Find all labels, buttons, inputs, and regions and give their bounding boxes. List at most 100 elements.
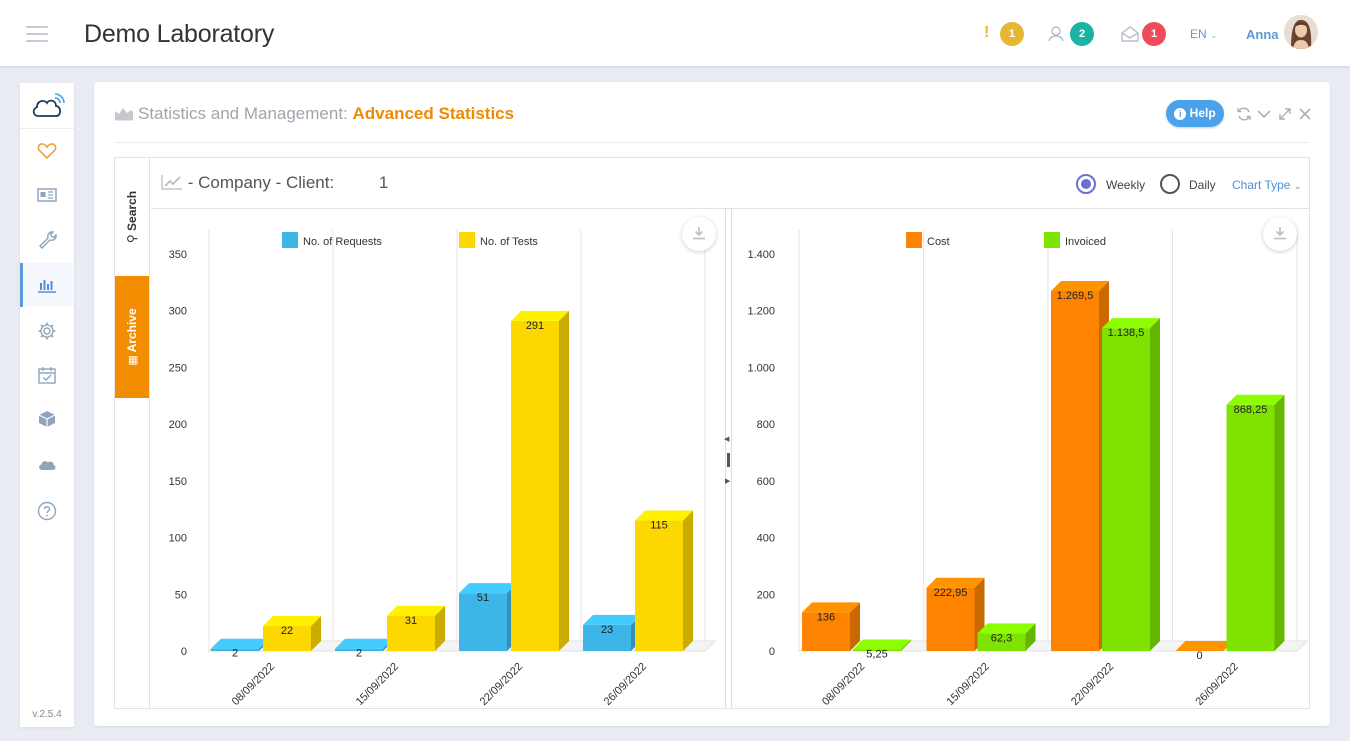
area-chart-icon	[115, 108, 133, 121]
statistics-card: Statistics and Management: Advanced Stat…	[94, 82, 1330, 726]
y-tick-label: 400	[757, 533, 775, 545]
bar-top	[335, 638, 393, 649]
download-icon	[1274, 227, 1286, 240]
tab-search-label-wrap: ⚲ Search	[125, 191, 139, 243]
legend-label: No. of Requests	[303, 236, 382, 248]
cloud-icon	[39, 461, 56, 470]
legend-swatch	[1044, 232, 1060, 248]
legend-swatch	[459, 232, 475, 248]
bar-chart-icon	[38, 280, 56, 293]
data-label: 1.269,5	[1057, 290, 1094, 302]
daily-label: Daily	[1189, 178, 1216, 192]
messages-badge: 1	[1142, 22, 1166, 46]
sidebar-item-favorites[interactable]	[20, 129, 74, 173]
top-bar: Demo Laboratory ! 1 2 1 EN ⌄ Anna	[0, 0, 1350, 66]
y-tick-label: 100	[169, 533, 187, 545]
y-tick-label: 200	[169, 419, 187, 431]
chart-type-dropdown[interactable]: Chart Type ⌄	[1232, 178, 1301, 192]
menu-toggle-icon[interactable]	[26, 26, 48, 42]
bar	[1051, 291, 1099, 651]
bar-side	[1274, 394, 1285, 651]
sidebar-item-cloud[interactable]	[20, 443, 74, 487]
tab-search-label: Search	[125, 190, 139, 231]
users-button[interactable]: 2	[1048, 22, 1096, 46]
refresh-icon[interactable]	[1236, 106, 1252, 122]
question-icon	[37, 501, 57, 521]
data-label: 868,25	[1234, 404, 1268, 416]
weekly-radio[interactable]	[1076, 174, 1096, 194]
y-tick-label: 300	[169, 306, 187, 318]
download-chart-button[interactable]	[682, 217, 716, 251]
right-arrow-icon: ▶	[725, 478, 731, 485]
card-title-highlight: Advanced Statistics	[352, 104, 515, 123]
data-label: 22	[281, 625, 293, 637]
data-label: 5,25	[866, 649, 887, 661]
chevron-down-icon: ⌄	[1210, 30, 1218, 40]
x-tick-label: 08/09/2022	[230, 661, 277, 708]
expand-icon[interactable]	[1277, 106, 1293, 122]
sidebar: v.2.5.4	[20, 83, 74, 727]
sidebar-item-calendar[interactable]	[20, 353, 74, 397]
help-button[interactable]: i Help	[1166, 100, 1224, 127]
data-label: 2	[232, 648, 238, 660]
data-label: 23	[601, 624, 613, 636]
data-label: 2	[356, 648, 362, 660]
bar-top	[211, 638, 269, 649]
sidebar-item-help[interactable]	[20, 489, 74, 533]
y-tick-label: 800	[757, 419, 775, 431]
sidebar-item-inventory[interactable]	[20, 397, 74, 441]
y-tick-label: 250	[169, 362, 187, 374]
x-tick-label: 08/09/2022	[820, 661, 867, 708]
sidebar-item-settings[interactable]	[20, 309, 74, 353]
tab-search[interactable]: ⚲ Search	[115, 158, 149, 276]
user-name[interactable]: Anna	[1246, 27, 1279, 42]
data-label: 0	[1196, 650, 1202, 662]
users-badge: 2	[1070, 22, 1094, 46]
wrench-icon	[39, 231, 57, 249]
heart-icon	[37, 143, 57, 160]
avatar[interactable]	[1284, 15, 1318, 49]
panel-resize-handle[interactable]: ◀ ▶	[724, 209, 732, 708]
y-tick-label: 0	[769, 646, 775, 658]
sidebar-item-statistics[interactable]	[20, 263, 74, 307]
sidebar-item-news[interactable]	[20, 173, 74, 217]
x-tick-label: 26/09/2022	[1193, 661, 1240, 708]
calendar-check-icon	[38, 367, 56, 384]
logo[interactable]	[20, 83, 74, 129]
bar-side	[683, 510, 693, 651]
messages-button[interactable]: 1	[1120, 22, 1168, 46]
bar	[635, 520, 683, 651]
download-chart-button[interactable]	[1263, 217, 1297, 251]
data-label: 136	[817, 611, 835, 623]
close-icon[interactable]	[1297, 106, 1313, 122]
y-tick-label: 50	[175, 589, 187, 601]
box-icon	[38, 411, 56, 427]
y-tick-label: 150	[169, 476, 187, 488]
y-tick-label: 1.400	[747, 249, 775, 261]
language-selector[interactable]: EN ⌄	[1190, 27, 1218, 41]
legend-label: Invoiced	[1065, 236, 1106, 248]
collapse-chevron-icon[interactable]	[1256, 106, 1272, 122]
bar-side	[1150, 318, 1160, 651]
tab-archive[interactable]: ▦ Archive	[115, 276, 149, 398]
data-label: 222,95	[934, 587, 968, 599]
bar	[1102, 328, 1150, 651]
card-title: Statistics and Management: Advanced Stat…	[114, 104, 514, 124]
table-grid-icon: ▦	[127, 355, 139, 366]
x-tick-label: 22/09/2022	[478, 661, 525, 708]
card-title-prefix: Statistics and Management:	[138, 104, 348, 123]
data-label: 115	[650, 520, 668, 532]
data-label: 62,3	[991, 632, 1012, 644]
chevron-down-icon: ⌄	[1293, 181, 1302, 191]
alerts-button[interactable]: ! 1	[984, 22, 1026, 46]
tab-archive-label: Archive	[125, 308, 139, 353]
bar	[511, 320, 559, 651]
legend-swatch	[282, 232, 298, 248]
daily-radio[interactable]	[1160, 174, 1180, 194]
data-label: 1.138,5	[1108, 327, 1145, 339]
help-label: Help	[1189, 106, 1216, 120]
sidebar-item-tools[interactable]	[20, 217, 74, 261]
panel-heading-text: - Company - Client:	[187, 173, 335, 192]
cost-invoiced-chart: 0 200 400 600 800 1.000 1.200 1.400 Cost Invoiced…	[747, 230, 1309, 708]
legend-label: Cost	[927, 236, 950, 248]
